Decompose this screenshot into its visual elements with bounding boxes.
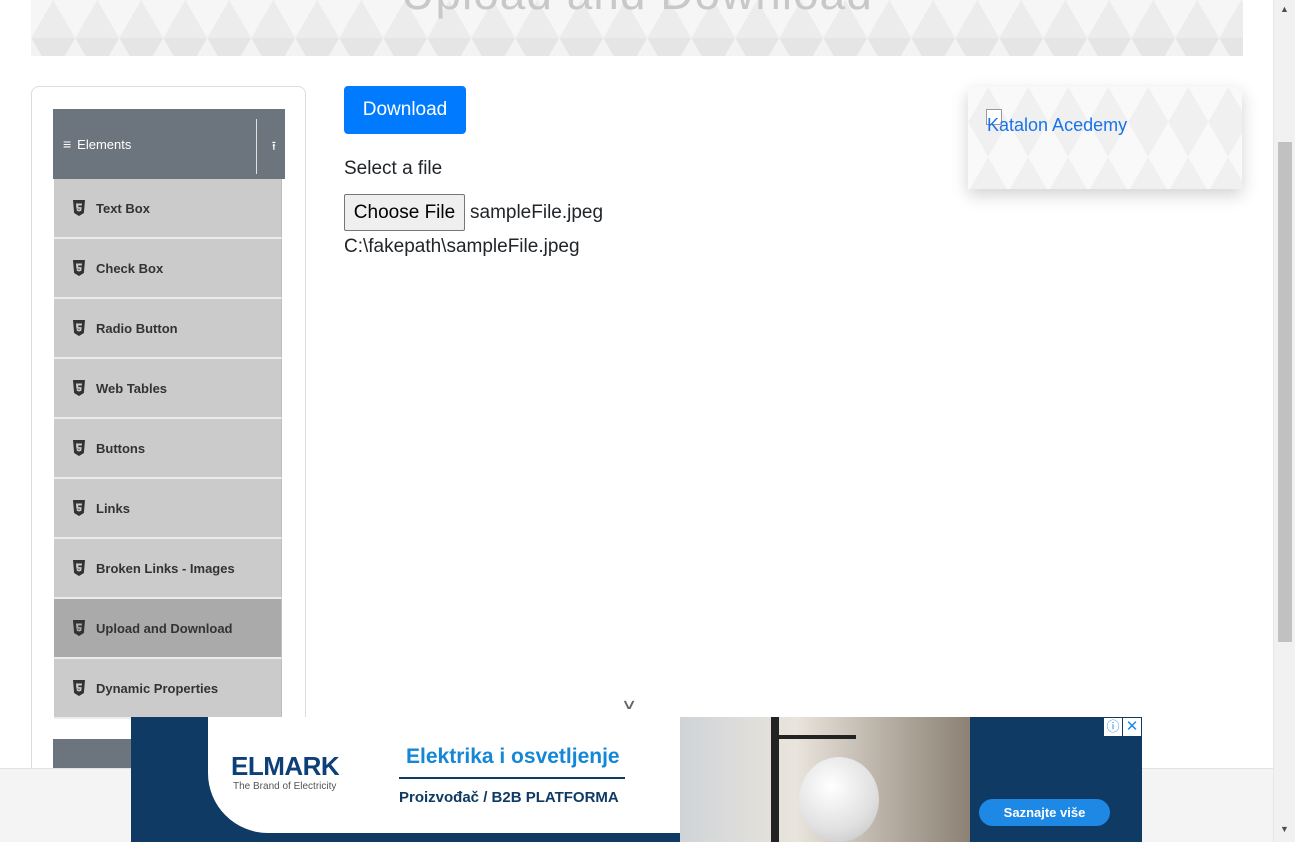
katalon-ad-card[interactable]: Katalon Acedemy <box>968 87 1242 189</box>
html5-icon <box>73 440 85 456</box>
ad-info-icon[interactable]: ⓘ <box>1104 718 1122 736</box>
sidebar-item-text-box[interactable]: Text Box <box>54 179 282 239</box>
group-title: Elements <box>77 136 132 152</box>
select-file-label: Select a file <box>344 158 443 179</box>
sidebar-item-label: Buttons <box>96 440 146 456</box>
sidebar-item-web-tables[interactable]: Web Tables <box>54 359 282 419</box>
uploaded-file-path: C:\fakepath\sampleFile.jpeg <box>344 236 580 257</box>
sidebar-item-label: Text Box <box>96 200 150 216</box>
sidebar-item-label: Broken Links - Images <box>96 560 235 576</box>
ad-headline: Elektrika i osvetljenje <box>406 745 620 768</box>
sidebar-item-check-box[interactable]: Check Box <box>54 239 282 299</box>
html5-icon <box>73 200 85 216</box>
page-banner: Upload and Download <box>31 0 1243 56</box>
ad-brand-tagline: The Brand of Electricity <box>233 781 337 792</box>
html5-icon <box>73 500 85 516</box>
html5-icon <box>73 320 85 336</box>
choose-file-button[interactable]: Choose File <box>344 194 465 231</box>
ad-lamp-globe <box>799 757 879 842</box>
sidebar-item-label: Web Tables <box>96 380 168 396</box>
sidebar-item-label: Dynamic Properties <box>96 680 219 696</box>
chevron-down-icon[interactable]: ∨ <box>621 696 637 713</box>
html5-icon <box>73 560 85 576</box>
page: Upload and Download ≡ Elements ⭱ Text Bo… <box>0 0 1295 842</box>
katalon-academy-link[interactable]: Katalon Acedemy <box>987 115 1127 136</box>
page-title: Upload and Download <box>31 0 1243 20</box>
collapse-arrow-icon[interactable]: ⭱ <box>272 137 276 158</box>
sidebar-item-links[interactable]: Links <box>54 479 282 539</box>
html5-icon <box>73 260 85 276</box>
scroll-up-icon[interactable]: ▲ <box>1280 4 1289 14</box>
sidebar-item-broken-links-images[interactable]: Broken Links - Images <box>54 539 282 599</box>
sidebar-item-dynamic-properties[interactable]: Dynamic Properties <box>54 659 282 719</box>
ad-lamp-arm <box>776 735 856 739</box>
download-button[interactable]: Download <box>344 86 466 134</box>
ad-close-icon[interactable]: ✕ <box>1123 718 1141 736</box>
selected-file-name: sampleFile.jpeg <box>470 202 604 223</box>
vertical-scrollbar[interactable]: ▲ ▼ <box>1273 0 1295 842</box>
bottom-advertisement[interactable]: ELMARK The Brand of Electricity Elektrik… <box>131 717 1142 842</box>
sidebar-item-radio-button[interactable]: Radio Button <box>54 299 282 359</box>
sidebar-item-buttons[interactable]: Buttons <box>54 419 282 479</box>
ad-cta-button[interactable]: Saznajte više <box>979 799 1110 826</box>
sidebar-item-label: Links <box>96 500 130 516</box>
sidebar-item-label: Upload and Download <box>96 620 233 636</box>
sidebar-item-label: Check Box <box>96 260 164 276</box>
elements-menu-list: Text Box Check Box Radio Button Web Tabl… <box>54 179 282 719</box>
html5-icon <box>73 620 85 636</box>
html5-icon <box>73 380 85 396</box>
hamburger-icon: ≡ <box>63 136 72 152</box>
ad-headline-underline <box>399 777 625 779</box>
header-divider <box>256 119 257 174</box>
html5-icon <box>73 680 85 696</box>
ad-subline: Proizvođač / B2B PLATFORMA <box>399 789 619 806</box>
scroll-thumb[interactable] <box>1278 142 1292 642</box>
sidebar-item-label: Radio Button <box>96 320 178 336</box>
elements-group-header[interactable]: ≡ Elements ⭱ <box>53 109 285 179</box>
scroll-down-icon[interactable]: ▼ <box>1280 824 1289 834</box>
sidebar-item-upload-and-download[interactable]: Upload and Download <box>54 599 282 659</box>
ad-brand-logo: ELMARK <box>231 751 340 781</box>
left-sidebar: ≡ Elements ⭱ Text Box Check Box Radio Bu… <box>31 86 306 786</box>
